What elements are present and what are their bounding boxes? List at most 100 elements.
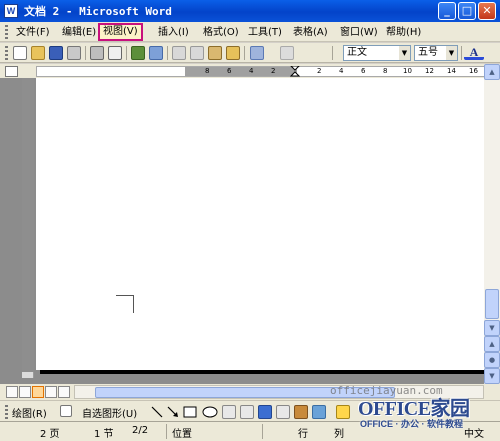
ruler-number: 10 bbox=[403, 67, 412, 75]
autoshapes-menu-button[interactable]: 自选图形(U) bbox=[82, 405, 137, 420]
toolbar-separator bbox=[167, 46, 168, 60]
chevron-down-icon[interactable]: ▼ bbox=[446, 46, 457, 60]
oval-tool-icon[interactable] bbox=[202, 405, 218, 419]
vertical-scrollbar[interactable]: ▲ ▼ ▲ ● ▼ bbox=[484, 64, 500, 384]
spelling-icon[interactable] bbox=[131, 46, 145, 60]
ruler-number: 2 bbox=[271, 67, 276, 75]
vertical-scroll-thumb[interactable] bbox=[485, 289, 499, 319]
logo-sub-text: OFFICE · 办公 · 软件教程 bbox=[360, 419, 463, 429]
line-tool-icon[interactable] bbox=[150, 405, 164, 419]
tab-selector[interactable] bbox=[5, 66, 18, 77]
vertical-ruler[interactable] bbox=[22, 78, 34, 378]
save-icon[interactable] bbox=[49, 46, 63, 60]
print-preview-icon[interactable] bbox=[108, 46, 122, 60]
ruler-left-margin bbox=[185, 67, 297, 76]
menu-file[interactable]: 文件(F) bbox=[16, 25, 50, 40]
next-page-icon[interactable]: ▼ bbox=[484, 368, 500, 384]
paste-icon[interactable] bbox=[208, 46, 222, 60]
toolbar-separator bbox=[85, 46, 86, 60]
indent-marker-icon[interactable] bbox=[290, 66, 300, 77]
status-column: 列 bbox=[334, 429, 344, 440]
close-button[interactable]: ✕ bbox=[478, 2, 496, 20]
text-box-icon[interactable] bbox=[222, 405, 236, 419]
status-page: 2 页 bbox=[40, 429, 60, 440]
reading-layout-view-icon[interactable] bbox=[58, 386, 70, 398]
permission-icon[interactable] bbox=[67, 46, 81, 60]
style-value: 正文 bbox=[347, 47, 367, 58]
open-folder-icon[interactable] bbox=[31, 46, 45, 60]
chevron-down-icon[interactable]: ▼ bbox=[399, 46, 410, 60]
diagram-icon[interactable] bbox=[276, 405, 290, 419]
font-size-dropdown[interactable]: 五号 ▼ bbox=[414, 45, 458, 61]
menu-help[interactable]: 帮助(H) bbox=[386, 25, 421, 40]
status-section: 1 节 bbox=[94, 429, 114, 440]
select-objects-icon[interactable] bbox=[60, 405, 72, 417]
menu-edit[interactable]: 编辑(E) bbox=[62, 25, 96, 40]
redo-icon[interactable] bbox=[280, 46, 294, 60]
copy-icon[interactable] bbox=[190, 46, 204, 60]
ruler-row: 8 6 4 2 2 4 6 8 10 12 14 16 bbox=[0, 64, 500, 78]
scroll-up-icon[interactable]: ▲ bbox=[484, 64, 500, 80]
web-layout-view-icon[interactable] bbox=[19, 386, 31, 398]
menu-insert[interactable]: 插入(I) bbox=[158, 25, 189, 40]
previous-page-icon[interactable]: ▲ bbox=[484, 336, 500, 352]
scroll-down-icon[interactable]: ▼ bbox=[484, 320, 500, 336]
insert-picture-icon[interactable] bbox=[312, 405, 326, 419]
status-page-of: 2/2 bbox=[132, 425, 149, 436]
undo-icon[interactable] bbox=[250, 46, 264, 60]
format-painter-icon[interactable] bbox=[226, 46, 240, 60]
outline-view-icon[interactable] bbox=[45, 386, 57, 398]
page-shadow bbox=[40, 370, 486, 374]
normal-view-icon[interactable] bbox=[6, 386, 18, 398]
document-area bbox=[0, 78, 486, 384]
title-bar: W 文档 2 - Microsoft Word _ □ ✕ bbox=[0, 0, 500, 22]
toolbar-grip[interactable] bbox=[5, 46, 8, 60]
print-icon[interactable] bbox=[90, 46, 104, 60]
menu-bar: 文件(F) 编辑(E) 视图(V) 插入(I) 格式(O) 工具(T) 表格(A… bbox=[0, 22, 500, 42]
maximize-button[interactable]: □ bbox=[458, 2, 476, 20]
wordart-icon[interactable] bbox=[258, 405, 272, 419]
new-document-icon[interactable] bbox=[13, 46, 27, 60]
status-divider bbox=[166, 424, 167, 439]
menu-view[interactable]: 视图(V) bbox=[98, 23, 143, 41]
standard-toolbar: 正文 ▼ 五号 ▼ A bbox=[0, 43, 500, 63]
toolbar-separator bbox=[461, 46, 462, 60]
menu-table[interactable]: 表格(A) bbox=[293, 25, 328, 40]
status-language: 中文 bbox=[464, 429, 484, 440]
document-page[interactable] bbox=[36, 78, 486, 370]
toolbar-separator bbox=[126, 46, 127, 60]
drawbar-grip[interactable] bbox=[5, 405, 8, 419]
vertical-text-box-icon[interactable] bbox=[240, 405, 254, 419]
rectangle-tool-icon[interactable] bbox=[183, 405, 197, 419]
menubar-grip[interactable] bbox=[5, 25, 8, 39]
window-title: 文档 2 - Microsoft Word bbox=[24, 5, 172, 18]
horizontal-ruler[interactable]: 8 6 4 2 2 4 6 8 10 12 14 16 bbox=[36, 66, 486, 77]
watermark-logo: OFFICE家园 OFFICE · 办公 · 软件教程 bbox=[358, 392, 470, 429]
toolbar-separator bbox=[332, 46, 333, 60]
font-color-icon[interactable]: A bbox=[464, 46, 484, 60]
ruler-number: 4 bbox=[339, 67, 344, 75]
menu-window[interactable]: 窗口(W) bbox=[340, 25, 378, 40]
word-app-icon[interactable]: W bbox=[4, 4, 18, 18]
toolbar-separator bbox=[244, 46, 245, 60]
status-line: 行 bbox=[298, 429, 308, 440]
select-browse-object-icon[interactable]: ● bbox=[484, 352, 500, 368]
status-divider bbox=[262, 424, 263, 439]
menu-tools[interactable]: 工具(T) bbox=[248, 25, 282, 40]
fill-color-icon[interactable] bbox=[336, 405, 350, 419]
ruler-number: 8 bbox=[205, 67, 210, 75]
style-dropdown[interactable]: 正文 ▼ bbox=[343, 45, 411, 61]
print-layout-view-icon[interactable] bbox=[32, 386, 44, 398]
minimize-button[interactable]: _ bbox=[438, 2, 456, 20]
text-boundary-corner bbox=[116, 295, 134, 313]
clip-art-icon[interactable] bbox=[294, 405, 308, 419]
draw-menu-button[interactable]: 绘图(R) bbox=[12, 405, 47, 420]
ruler-number: 8 bbox=[383, 67, 388, 75]
menu-format[interactable]: 格式(O) bbox=[203, 25, 239, 40]
research-icon[interactable] bbox=[149, 46, 163, 60]
arrow-tool-icon[interactable] bbox=[166, 405, 180, 419]
status-position: 位置 bbox=[172, 429, 192, 440]
ruler-number: 16 bbox=[469, 67, 478, 75]
cut-icon[interactable] bbox=[172, 46, 186, 60]
ruler-number: 12 bbox=[425, 67, 434, 75]
